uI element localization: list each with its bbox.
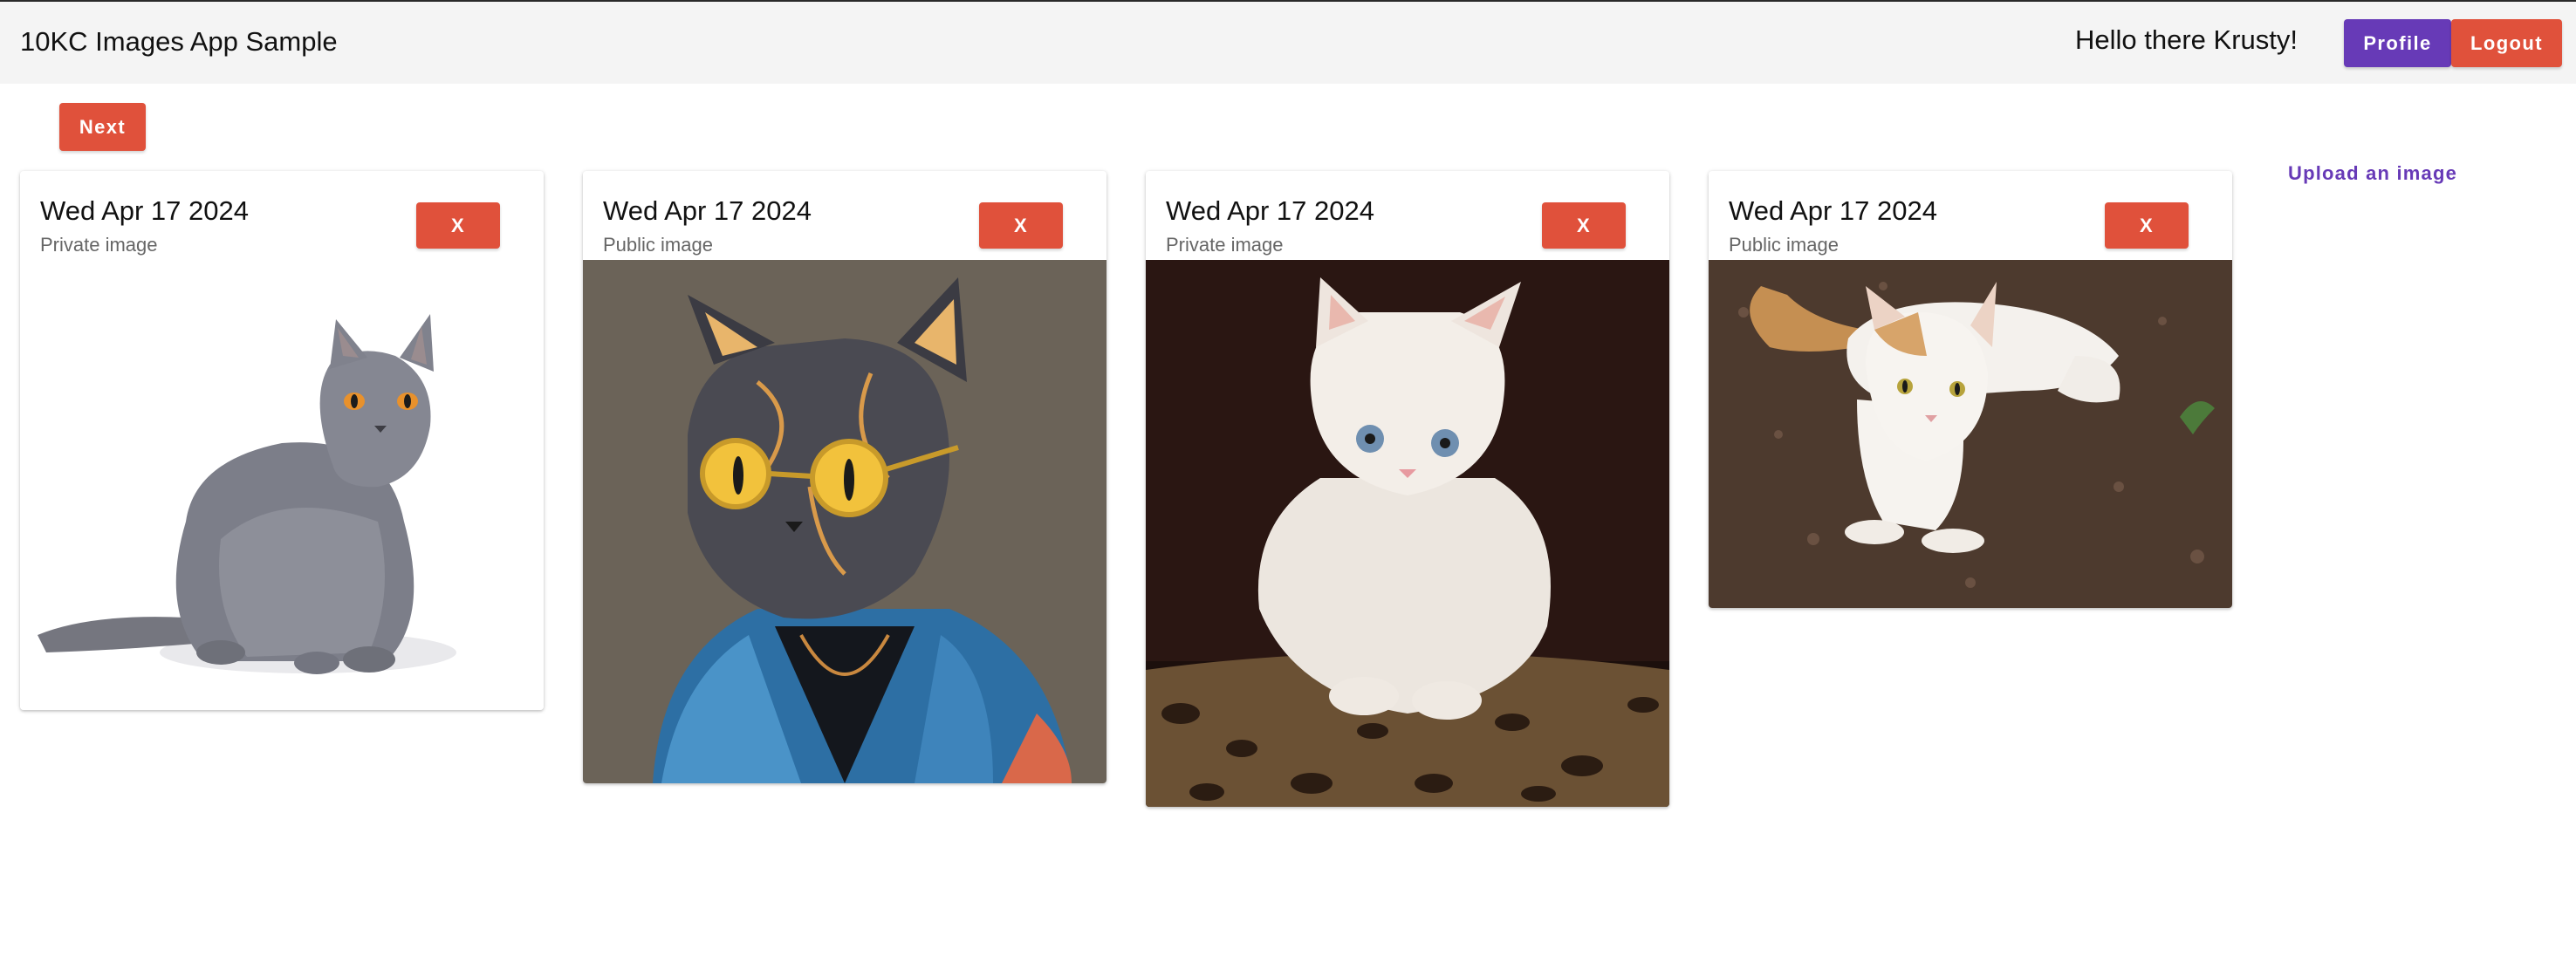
white-kitten-image	[1146, 260, 1669, 807]
image-card: Wed Apr 17 2024 Public image X	[1709, 171, 2232, 608]
card-privacy-label: Private image	[40, 234, 158, 256]
cat-with-glasses-image	[583, 260, 1106, 783]
card-header: Wed Apr 17 2024 Private image X	[20, 171, 544, 260]
card-privacy-label: Public image	[603, 234, 713, 256]
user-greeting: Hello there Krusty!	[2075, 24, 2298, 55]
card-date: Wed Apr 17 2024	[603, 195, 812, 226]
delete-image-button[interactable]: X	[979, 202, 1063, 249]
card-header: Wed Apr 17 2024 Public image X	[1709, 171, 2232, 260]
card-date: Wed Apr 17 2024	[1729, 195, 1937, 226]
image-card: Wed Apr 17 2024 Private image X	[20, 171, 544, 710]
app-title: 10KC Images App Sample	[20, 26, 338, 57]
image-card: Wed Apr 17 2024 Public image X	[583, 171, 1106, 783]
logout-button[interactable]: Logout	[2451, 19, 2562, 67]
next-button[interactable]: Next	[59, 103, 146, 151]
white-orange-cat-image	[1709, 260, 2232, 608]
delete-image-button[interactable]: X	[1542, 202, 1626, 249]
gray-cat-image	[20, 260, 544, 710]
app-header: 10KC Images App Sample Hello there Krust…	[0, 0, 2576, 84]
card-header: Wed Apr 17 2024 Public image X	[583, 171, 1106, 260]
profile-button[interactable]: Profile	[2344, 19, 2451, 67]
card-privacy-label: Private image	[1166, 234, 1284, 256]
image-card: Wed Apr 17 2024 Private image X	[1146, 171, 1669, 807]
card-privacy-label: Public image	[1729, 234, 1839, 256]
upload-image-link[interactable]: Upload an image	[2288, 162, 2457, 185]
card-date: Wed Apr 17 2024	[1166, 195, 1374, 226]
card-date: Wed Apr 17 2024	[40, 195, 249, 226]
card-header: Wed Apr 17 2024 Private image X	[1146, 171, 1669, 260]
delete-image-button[interactable]: X	[2105, 202, 2189, 249]
delete-image-button[interactable]: X	[416, 202, 500, 249]
